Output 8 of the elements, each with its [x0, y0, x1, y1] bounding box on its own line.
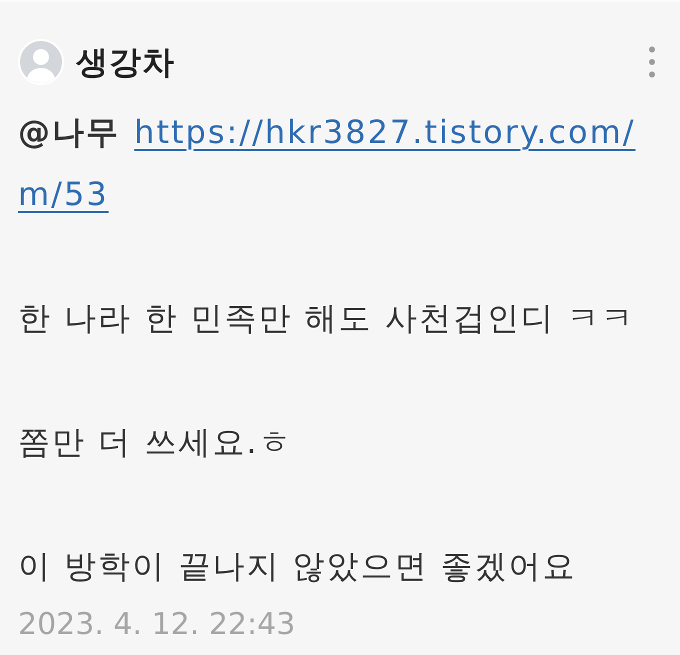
comment-text: 한 나라 한 민족만 해도 사천겁인디 ㅋㅋ	[18, 298, 636, 339]
timestamp: 2023. 4. 12. 22:43	[18, 606, 296, 644]
author-name: 생강차	[76, 42, 175, 83]
comment-text: 이 방학이 끝나지 않았으면 좋겠어요	[18, 546, 578, 587]
avatar-icon	[18, 39, 64, 85]
more-options-icon[interactable]	[648, 46, 656, 78]
comment-text: 쫌만 더 쓰세요.ㅎ	[18, 422, 294, 463]
comment-text: @나무 https://hkr3827.tistory.com/m/53	[18, 112, 637, 215]
